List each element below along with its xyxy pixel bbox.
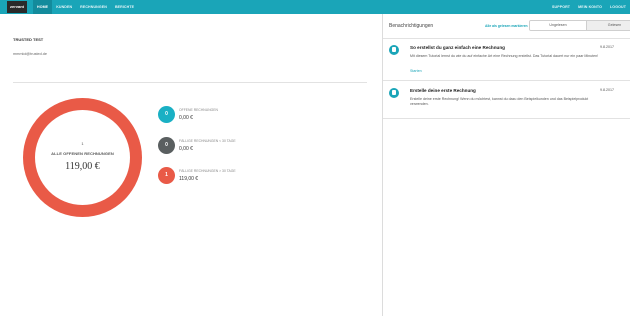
notification-title: So erstellst du ganz einfach eine Rechnu… bbox=[410, 45, 505, 50]
stat-count-badge: 0 bbox=[158, 137, 175, 154]
nav-support[interactable]: SUPPORT bbox=[548, 0, 574, 14]
stat-value: 0,00 € bbox=[179, 115, 193, 121]
nav-kunden[interactable]: KUNDEN bbox=[52, 0, 76, 14]
start-tutorial-link[interactable]: Starten bbox=[410, 69, 422, 73]
open-invoices-amount: 119,00 € bbox=[65, 161, 100, 172]
open-invoices-donut[interactable]: 1 ALLE OFFENEN RECHNUNGEN 119,00 € bbox=[23, 98, 142, 217]
stat-count-badge: 1 bbox=[158, 167, 175, 184]
stat-value: 0,00 € bbox=[179, 146, 193, 152]
stat-count-badge: 0 bbox=[158, 106, 175, 123]
stat-label: FÄLLIGE RECHNUNGEN < 30 TAGE bbox=[179, 139, 236, 143]
notification-item[interactable]: So erstellst du ganz einfach eine Rechnu… bbox=[383, 45, 630, 81]
filter-read-button[interactable]: Gelesen bbox=[586, 21, 630, 30]
notification-item[interactable]: Erstelle deine erste Rechnung 9.8.2017 E… bbox=[383, 88, 630, 118]
notification-body: Mit diesem Tutorial lernst du wie du auf… bbox=[410, 54, 599, 58]
nav-berichte[interactable]: BERICHTE bbox=[111, 0, 138, 14]
nav-home[interactable]: HOME bbox=[33, 0, 53, 14]
notification-title: Erstelle deine erste Rechnung bbox=[410, 88, 476, 93]
stat-value: 119,00 € bbox=[179, 176, 199, 182]
filter-unread-button[interactable]: Ungelesen bbox=[530, 21, 586, 30]
company-email: mmmlol@trusted.de bbox=[13, 52, 48, 56]
notifications-panel: Benachrichtigungen Alle als gelesen mark… bbox=[382, 14, 630, 316]
notification-date: 9.8.2017 bbox=[600, 88, 614, 92]
open-invoices-count: 1 bbox=[81, 141, 84, 146]
stat-label: OFFENE RECHNUNGEN bbox=[179, 108, 218, 112]
notification-body: Erstelle deine erste Rechnung! Wenn du m… bbox=[410, 97, 589, 106]
notification-filter: Ungelesen Gelesen bbox=[529, 20, 630, 31]
account-nav: SUPPORT MEIN KONTO LOGOUT bbox=[548, 0, 630, 14]
company-name: TRUSTED TEST bbox=[13, 37, 44, 42]
main-nav: HOME KUNDEN RECHNUNGEN BERICHTE bbox=[33, 0, 138, 14]
notification-icon bbox=[389, 88, 399, 98]
nav-rechnungen[interactable]: RECHNUNGEN bbox=[76, 0, 111, 14]
divider bbox=[13, 82, 367, 83]
divider bbox=[383, 118, 630, 119]
divider bbox=[383, 80, 630, 81]
notification-date: 9.8.2017 bbox=[600, 45, 614, 49]
dashboard-main: TRUSTED TEST mmmlol@trusted.de 1 ALLE OF… bbox=[0, 14, 382, 316]
zervant-logo[interactable]: zervant bbox=[7, 1, 27, 13]
divider bbox=[383, 38, 630, 39]
open-invoices-label: ALLE OFFENEN RECHNUNGEN bbox=[51, 151, 114, 156]
notifications-title: Benachrichtigungen bbox=[389, 23, 434, 29]
mark-all-read-link[interactable]: Alle als gelesen markieren bbox=[485, 24, 528, 28]
notification-icon bbox=[389, 45, 399, 55]
nav-logout[interactable]: LOGOUT bbox=[606, 0, 630, 14]
donut-center bbox=[35, 110, 130, 205]
top-navigation-bar: zervant HOME KUNDEN RECHNUNGEN BERICHTE … bbox=[0, 0, 630, 14]
nav-mein-konto[interactable]: MEIN KONTO bbox=[574, 0, 606, 14]
stat-label: FÄLLIGE RECHNUNGEN > 30 TAGE bbox=[179, 169, 236, 173]
